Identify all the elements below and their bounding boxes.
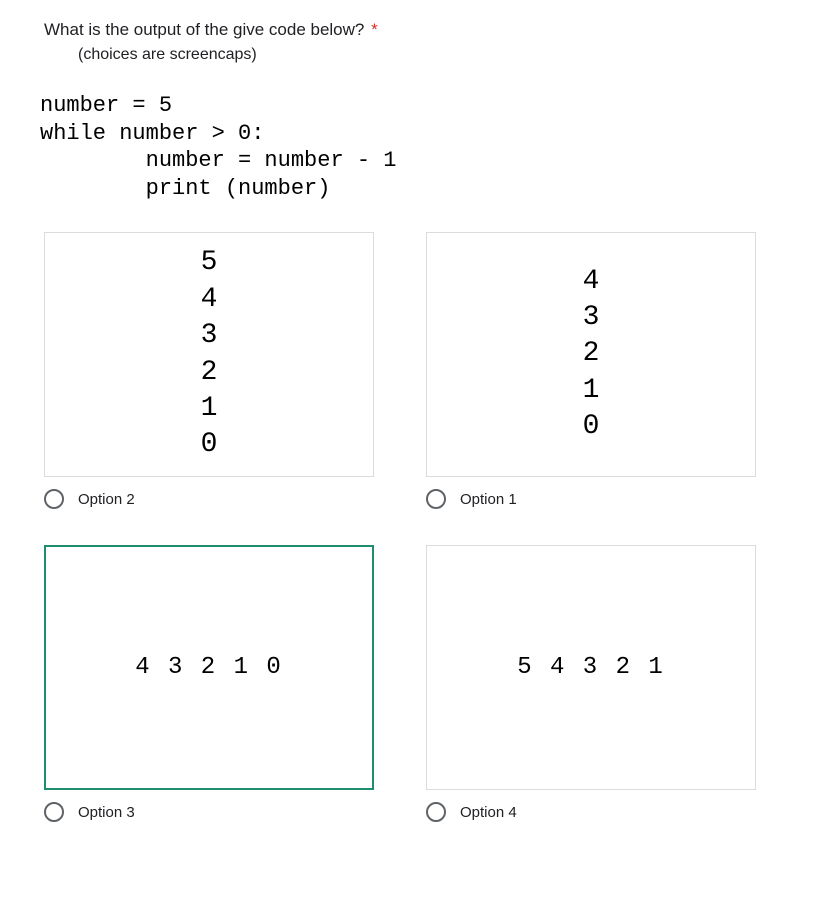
radio-icon[interactable]: [426, 802, 446, 822]
required-indicator: *: [371, 20, 378, 39]
option-4-label: Option 4: [460, 804, 517, 821]
option-2-row[interactable]: Option 2: [44, 489, 374, 509]
option-2-label: Option 2: [78, 491, 135, 508]
option-4-image[interactable]: 5 4 3 2 1: [426, 545, 756, 790]
option-4-row[interactable]: Option 4: [426, 802, 756, 822]
option-3-label: Option 3: [78, 804, 135, 821]
radio-icon[interactable]: [44, 489, 64, 509]
question-text: What is the output of the give code belo…: [44, 20, 364, 39]
option-1-image[interactable]: 4 3 2 1 0: [426, 232, 756, 477]
option-3-output: 4 3 2 1 0: [135, 652, 283, 683]
question-container: What is the output of the give code belo…: [0, 0, 824, 822]
radio-icon[interactable]: [44, 802, 64, 822]
option-2-image[interactable]: 5 4 3 2 1 0: [44, 232, 374, 477]
option-3-row[interactable]: Option 3: [44, 802, 374, 822]
question-title: What is the output of the give code belo…: [44, 20, 784, 40]
option-4[interactable]: 5 4 3 2 1 Option 4: [426, 545, 756, 822]
radio-icon[interactable]: [426, 489, 446, 509]
option-1-output: 4 3 2 1 0: [583, 264, 600, 446]
option-1-row[interactable]: Option 1: [426, 489, 756, 509]
options-grid: 5 4 3 2 1 0 Option 2 4 3 2 1 0 Option 1 …: [44, 232, 784, 822]
question-caption: (choices are screencaps): [78, 46, 784, 64]
code-block: number = 5 while number > 0: number = nu…: [40, 92, 784, 202]
option-4-output: 5 4 3 2 1: [517, 652, 665, 683]
option-2-output: 5 4 3 2 1 0: [201, 245, 218, 463]
option-3-image[interactable]: 4 3 2 1 0: [44, 545, 374, 790]
option-1-label: Option 1: [460, 491, 517, 508]
option-2[interactable]: 5 4 3 2 1 0 Option 2: [44, 232, 374, 509]
option-3[interactable]: 4 3 2 1 0 Option 3: [44, 545, 374, 822]
option-1[interactable]: 4 3 2 1 0 Option 1: [426, 232, 756, 509]
